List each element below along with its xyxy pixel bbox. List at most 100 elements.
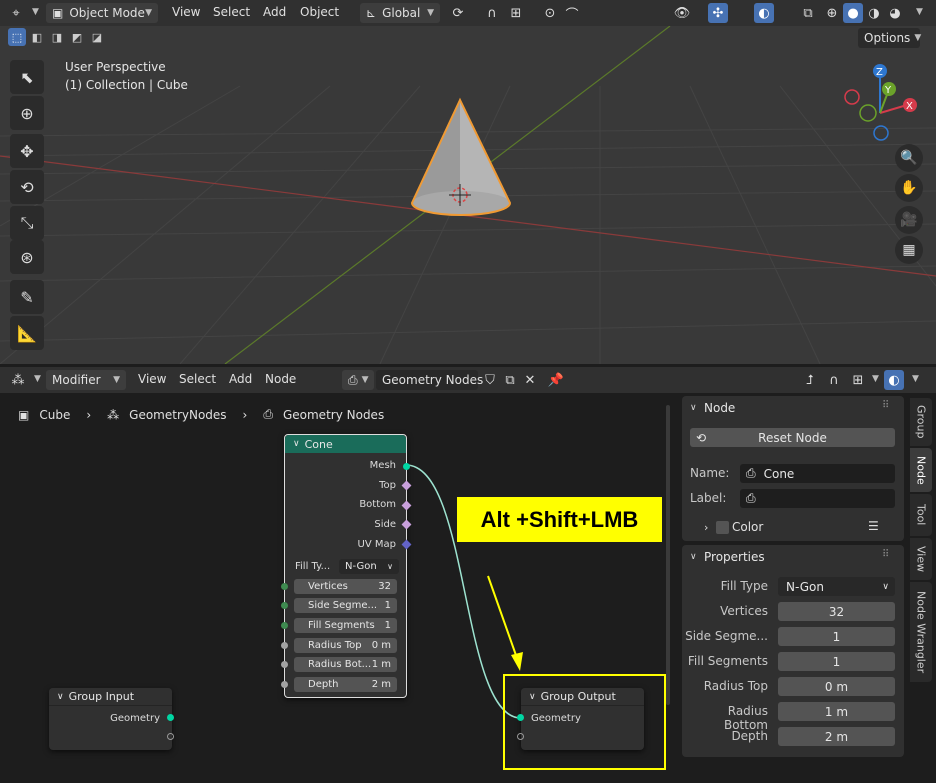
- shading-rendered-icon[interactable]: ◕: [885, 3, 905, 23]
- scale-tool-icon[interactable]: ⤡: [10, 206, 44, 240]
- pin-icon[interactable]: 📌: [546, 370, 566, 390]
- fill-type-dropdown[interactable]: N-Gon ∨: [778, 577, 895, 596]
- cone-node[interactable]: ∨ Cone Mesh Top Bottom Side UV Map Fill …: [281, 434, 412, 698]
- menu-view[interactable]: View: [130, 372, 174, 386]
- shading-wireframe-icon[interactable]: ⊕: [822, 3, 842, 23]
- input-socket-radius-top[interactable]: [281, 642, 288, 649]
- camera-icon[interactable]: 🎥: [895, 206, 923, 234]
- parent-node-tree-icon[interactable]: ⮥: [800, 370, 820, 390]
- menu-view[interactable]: View: [164, 5, 208, 19]
- snap-magnet-icon[interactable]: ∩: [824, 370, 844, 390]
- editor-type-icon[interactable]: ⁂: [8, 370, 28, 390]
- tab-node[interactable]: Node: [910, 448, 932, 492]
- mode-dropdown[interactable]: ▣ Object Mode ▼: [46, 3, 158, 23]
- color-list-icon[interactable]: ☰: [868, 519, 879, 533]
- select-new-icon[interactable]: ⬚: [8, 28, 26, 46]
- chevron-down-icon[interactable]: ∨: [690, 403, 697, 413]
- side-segments-field[interactable]: 1: [778, 627, 895, 646]
- menu-select[interactable]: Select: [171, 372, 224, 386]
- close-icon[interactable]: ✕: [520, 370, 540, 390]
- snap-magnet-icon[interactable]: ∩: [482, 3, 502, 23]
- vertices-field[interactable]: Vertices 32: [294, 579, 397, 594]
- input-socket-radius-bottom[interactable]: [281, 661, 288, 668]
- fill-segments-field[interactable]: Fill Segments 1: [294, 618, 397, 633]
- node-tree-name-field[interactable]: Geometry Nodes: [376, 370, 483, 390]
- radius-top-field[interactable]: Radius Top 0 m: [294, 638, 397, 653]
- group-input-header[interactable]: ∨ Group Input: [49, 688, 172, 706]
- transform-orientation-dropdown[interactable]: ⊾ Global ▼: [360, 3, 440, 23]
- snap-grid-icon[interactable]: ⊞: [848, 370, 868, 390]
- cone-node-header[interactable]: ∨ Cone: [285, 435, 406, 453]
- fill-type-dropdown[interactable]: N-Gon ∨: [339, 559, 399, 574]
- fake-user-shield-icon[interactable]: ⛉: [480, 370, 500, 390]
- snap-target-icon[interactable]: ⊞: [506, 3, 526, 23]
- fill-segments-field[interactable]: 1: [778, 652, 895, 671]
- transform-tool-icon[interactable]: ⊛: [10, 240, 44, 274]
- select-box-tool-icon[interactable]: ⬉: [10, 60, 44, 94]
- tab-tool[interactable]: Tool: [910, 494, 932, 536]
- pan-hand-icon[interactable]: ✋: [895, 174, 923, 202]
- node-panel-title[interactable]: Node: [704, 401, 735, 415]
- cursor-tool-icon[interactable]: ⊕: [10, 96, 44, 130]
- color-checkbox[interactable]: [716, 521, 729, 534]
- overlay-toggle-icon[interactable]: ◐: [754, 3, 774, 23]
- node-editor-scrollbar[interactable]: [666, 405, 670, 705]
- menu-node[interactable]: Node: [257, 372, 304, 386]
- menu-select[interactable]: Select: [205, 5, 258, 19]
- tab-view[interactable]: View: [910, 538, 932, 580]
- options-dropdown[interactable]: Options ▼: [858, 28, 921, 48]
- editor-type-icon[interactable]: ⌖: [6, 3, 26, 23]
- node-editor-canvas[interactable]: ▣ Cube › ⁂ GeometryNodes › ⎙ Geometry No…: [0, 393, 672, 783]
- xray-icon[interactable]: ⧉: [798, 3, 818, 23]
- rotate-tool-icon[interactable]: ⟲: [10, 170, 44, 204]
- select-extend-icon[interactable]: ◧: [28, 28, 46, 46]
- chevron-down-icon[interactable]: ▼: [916, 7, 923, 17]
- tab-node-wrangler[interactable]: Node Wrangler: [910, 582, 932, 682]
- radius-bottom-field[interactable]: 1 m: [778, 702, 895, 721]
- measure-tool-icon[interactable]: 📐: [10, 316, 44, 350]
- visibility-icon[interactable]: 👁: [672, 3, 692, 23]
- proportional-edit-icon[interactable]: ⊙: [540, 3, 560, 23]
- select-intersect-icon[interactable]: ◪: [88, 28, 106, 46]
- move-tool-icon[interactable]: ✥: [10, 134, 44, 168]
- 3d-viewport[interactable]: Z X Y User Perspective (1) Collection | …: [0, 26, 936, 364]
- group-input-geometry-socket[interactable]: [167, 714, 174, 721]
- chevron-right-icon[interactable]: ›: [704, 521, 708, 534]
- reset-node-button[interactable]: ⟲ Reset Node: [690, 428, 895, 447]
- drag-handle-icon[interactable]: ⠿: [882, 549, 889, 560]
- overlay-toggle-icon[interactable]: ◐: [884, 370, 904, 390]
- tab-group[interactable]: Group: [910, 398, 932, 446]
- pivot-icon[interactable]: ⟳: [448, 3, 468, 23]
- menu-object[interactable]: Object: [292, 5, 347, 19]
- group-input-node[interactable]: ∨ Group Input Geometry: [49, 688, 174, 750]
- name-field[interactable]: ⎙ Cone: [740, 464, 895, 483]
- input-socket-vertices[interactable]: [281, 583, 288, 590]
- side-segments-field[interactable]: Side Segme... 1: [294, 598, 397, 613]
- vertices-field[interactable]: 32: [778, 602, 895, 621]
- zoom-icon[interactable]: 🔍: [895, 144, 923, 172]
- radius-bottom-field[interactable]: Radius Bot... 1 m: [294, 657, 397, 672]
- input-socket-fill-segments[interactable]: [281, 622, 288, 629]
- radius-top-field[interactable]: 0 m: [778, 677, 895, 696]
- menu-add[interactable]: Add: [255, 5, 294, 19]
- label-field[interactable]: ⎙: [740, 489, 895, 508]
- node-mode-dropdown[interactable]: Modifier ▼: [46, 370, 126, 390]
- input-socket-depth[interactable]: [281, 681, 288, 688]
- group-input-empty-socket[interactable]: [167, 733, 174, 740]
- depth-field[interactable]: Depth 2 m: [294, 677, 397, 692]
- node-tree-browse-icon[interactable]: ⎙ ▼: [342, 370, 374, 390]
- shading-solid-icon[interactable]: ●: [843, 3, 863, 23]
- menu-add[interactable]: Add: [221, 372, 260, 386]
- depth-field[interactable]: 2 m: [778, 727, 895, 746]
- select-difference-icon[interactable]: ◩: [68, 28, 86, 46]
- gizmo-toggle-icon[interactable]: ✣: [708, 3, 728, 23]
- ortho-grid-icon[interactable]: ▦: [895, 236, 923, 264]
- falloff-icon[interactable]: ⌒: [562, 3, 582, 23]
- annotate-tool-icon[interactable]: ✎: [10, 280, 44, 314]
- shading-material-icon[interactable]: ◑: [864, 3, 884, 23]
- select-subtract-icon[interactable]: ◨: [48, 28, 66, 46]
- duplicate-icon[interactable]: ⧉: [500, 370, 520, 390]
- properties-panel-title[interactable]: Properties: [704, 550, 765, 564]
- input-socket-side-segments[interactable]: [281, 602, 288, 609]
- output-socket-mesh[interactable]: [403, 463, 410, 470]
